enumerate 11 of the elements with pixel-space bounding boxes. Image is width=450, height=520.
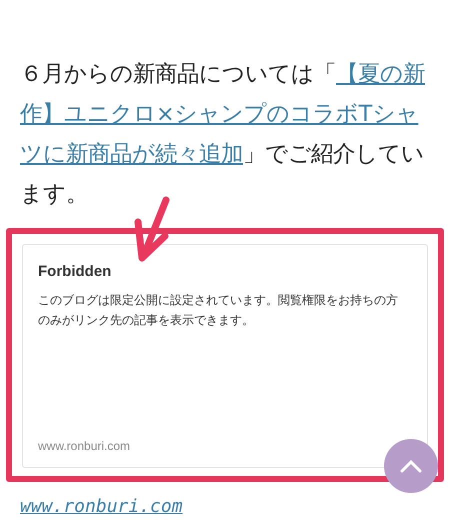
article-link[interactable]: 作】ユニクロ×シャンプのコラボTシャ	[20, 101, 418, 127]
scroll-to-top-button[interactable]	[384, 439, 438, 493]
chevron-up-icon	[399, 459, 423, 473]
embed-card[interactable]: Forbidden このブログは限定公開に設定されています。閲覧権限をお持ちの方のみがリンク先の記事を表示できます。 www.ronburi.com	[22, 244, 428, 468]
footer-link[interactable]: www.ronburi.com	[20, 496, 183, 517]
article-link[interactable]: ツに新商品が続々追加	[20, 141, 243, 167]
card-domain: www.ronburi.com	[38, 439, 132, 453]
card-title: Forbidden	[38, 263, 112, 280]
article-link[interactable]: 【夏の新	[336, 61, 425, 87]
card-description: このブログは限定公開に設定されています。閲覧権限をお持ちの方のみがリンク先の記事を表示できます。	[38, 292, 399, 329]
article-paragraph: ６月からの新商品については「【夏の新 作】ユニクロ×シャンプのコラボTシャ ツに新商品が続々追加」でご紹介しています。	[19, 60, 426, 209]
